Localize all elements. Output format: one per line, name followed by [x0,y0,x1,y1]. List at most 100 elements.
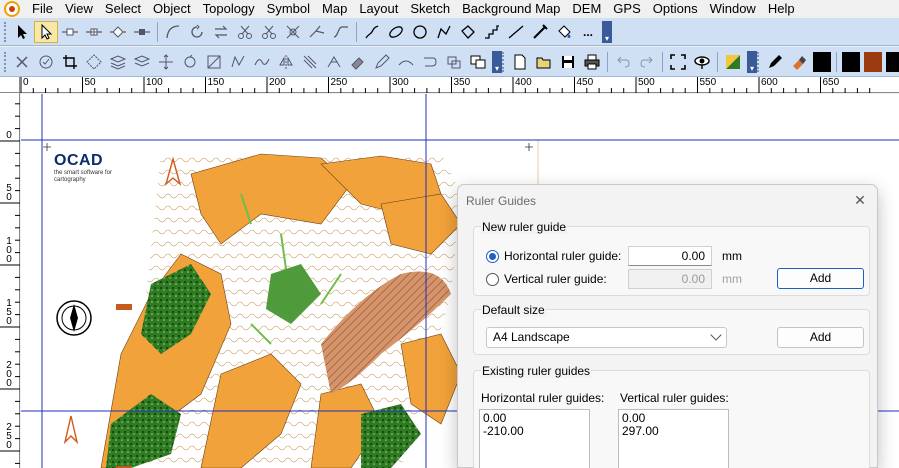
layers-icon[interactable] [130,51,154,73]
menu-gps[interactable]: GPS [607,0,646,18]
undo-icon[interactable] [611,51,635,73]
more-tools-icon[interactable]: ... [576,21,600,43]
horizontal-guides-label: Horizontal ruler guides: [481,391,605,405]
toolbar-grip[interactable] [757,51,761,72]
eraser-icon[interactable] [346,51,370,73]
circle-icon[interactable] [408,21,432,43]
rectangle-mode-icon[interactable] [456,21,480,43]
cut-object-icon[interactable] [233,21,257,43]
color-swatch-black[interactable] [842,51,860,72]
curve-icon[interactable] [161,21,185,43]
vertical-guide-input[interactable]: 0.00 [628,269,712,289]
list-item[interactable]: -210.00 [483,425,586,438]
menu-help[interactable]: Help [762,0,801,18]
stack-icon[interactable] [106,51,130,73]
insert-vertex-icon[interactable] [82,21,106,43]
menu-view[interactable]: View [59,0,99,18]
background-map-icon[interactable] [721,51,745,73]
remove-vertex-icon[interactable] [130,21,154,43]
horizontal-guides-list[interactable]: 0.00 -210.00 [479,409,590,468]
check-icon[interactable] [34,51,58,73]
menu-object[interactable]: Object [147,0,197,18]
vertical-guides-list[interactable]: 0.00 297.00 [618,409,729,468]
add-default-size-button[interactable]: Add [777,327,864,348]
highlighter-icon[interactable] [787,51,811,73]
ruler-tick-label: 150 [6,298,12,327]
rotate-icon[interactable] [185,21,209,43]
measure-icon[interactable] [394,51,418,73]
smooth-icon[interactable] [250,51,274,73]
color-swatch-brown[interactable] [864,51,882,72]
toolbar-grip[interactable] [4,51,8,72]
toolbar-dropdown-icon[interactable]: ▾ [747,50,757,73]
line-mode-icon[interactable] [432,21,456,43]
cut-area-icon[interactable] [281,21,305,43]
freehand-icon[interactable] [360,21,384,43]
menu-dem[interactable]: DEM [566,0,607,18]
save-icon[interactable] [556,51,580,73]
menu-select[interactable]: Select [99,0,147,18]
close-icon[interactable]: ✕ [853,192,867,209]
toolbar-grip[interactable] [502,51,506,72]
round-icon[interactable] [418,51,442,73]
toolbar-grip[interactable] [4,21,8,42]
menu-layout[interactable]: Layout [353,0,404,18]
pencil-icon[interactable] [370,51,394,73]
fill-icon[interactable] [552,21,576,43]
cut-hole-icon[interactable] [257,21,281,43]
scale-icon[interactable] [202,51,226,73]
fill-object-icon[interactable] [298,51,322,73]
print-icon[interactable] [580,51,604,73]
add-guide-button[interactable]: Add [777,268,864,289]
redo-icon[interactable] [635,51,659,73]
view-mode-icon[interactable] [690,51,714,73]
move-icon[interactable] [154,51,178,73]
menu-sketch[interactable]: Sketch [404,0,456,18]
delete-icon[interactable] [10,51,34,73]
reverse-icon[interactable] [209,21,233,43]
add-vertex-icon[interactable] [58,21,82,43]
edit-point-icon[interactable] [34,20,58,43]
list-item[interactable]: 297.00 [622,425,725,438]
toolbar-dropdown-icon[interactable]: ▾ [492,50,502,73]
numeric-mode-icon[interactable] [528,21,552,43]
rotate-object-icon[interactable] [178,51,202,73]
cut-line-icon[interactable] [322,51,346,73]
horizontal-guide-radio[interactable] [486,249,499,263]
default-size-select[interactable]: A4 Landscape [486,327,727,348]
vertical-ruler[interactable]: 0 50 100 150 200 250 [0,93,20,468]
menu-file[interactable]: File [26,0,59,18]
menu-options[interactable]: Options [647,0,704,18]
group-icon[interactable] [466,51,490,73]
vertical-guide-option[interactable]: Vertical ruler guide: [486,272,607,286]
open-folder-icon[interactable] [532,51,556,73]
new-file-icon[interactable] [508,51,532,73]
pointer-icon[interactable] [10,21,34,43]
corner-vertex-icon[interactable] [106,21,130,43]
menu-symbol[interactable]: Symbol [261,0,316,18]
arrange-icon[interactable] [442,51,466,73]
pen-icon[interactable] [763,51,787,73]
mirror-icon[interactable] [274,51,298,73]
ellipse-icon[interactable] [384,21,408,43]
straight-mode-icon[interactable] [504,21,528,43]
color-swatch-black[interactable] [886,51,899,72]
color-swatch-black[interactable] [813,51,831,72]
stairs-mode-icon[interactable] [480,21,504,43]
crop-icon[interactable] [58,51,82,73]
toolbar-dropdown-icon[interactable]: ▾ [602,20,612,43]
reshape-icon[interactable] [226,51,250,73]
join-icon[interactable] [329,21,353,43]
vertical-guide-radio[interactable] [486,272,499,286]
horizontal-ruler[interactable]: 0 50 100 150 200 250 300 350 400 450 500 550 600 650 [20,77,899,93]
menu-topology[interactable]: Topology [197,0,261,18]
menu-map[interactable]: Map [316,0,353,18]
menu-background-map[interactable]: Background Map [456,0,566,18]
ocad-app-icon[interactable] [4,1,20,17]
duplicate-icon[interactable] [82,51,106,73]
zoom-extent-icon[interactable] [666,51,690,73]
horizontal-guide-option[interactable]: Horizontal ruler guide: [486,249,621,263]
horizontal-guide-input[interactable]: 0.00 [628,246,712,266]
merge-icon[interactable] [305,21,329,43]
menu-window[interactable]: Window [704,0,762,18]
